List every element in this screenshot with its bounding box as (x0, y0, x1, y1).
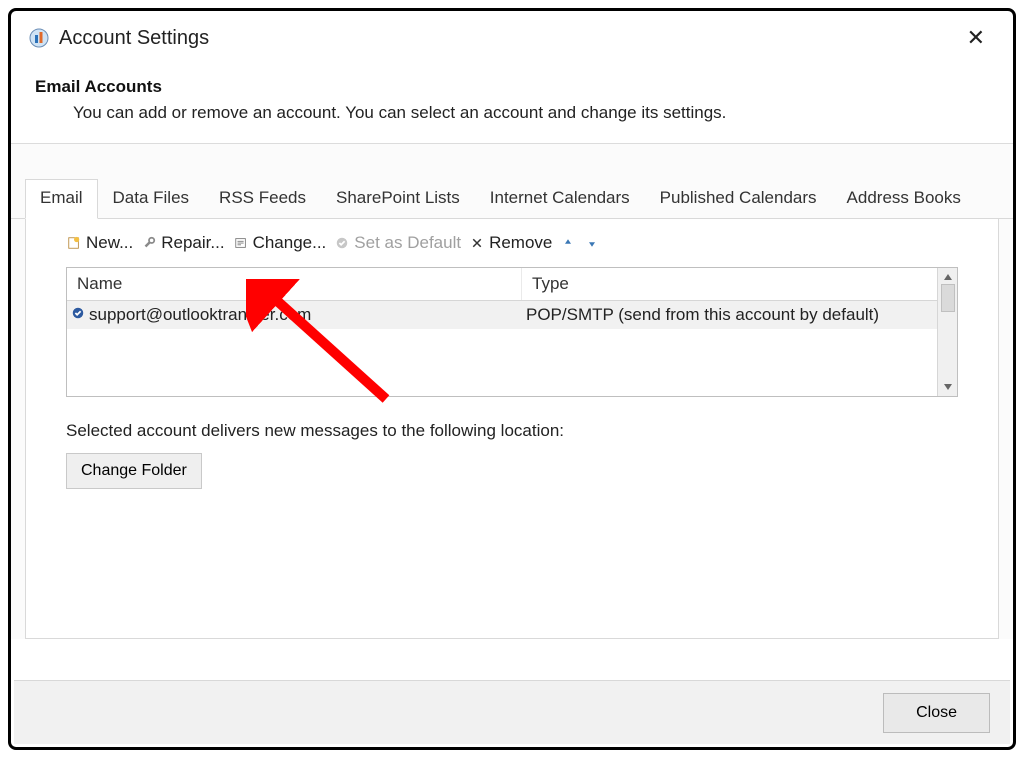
tab-rss-feeds[interactable]: RSS Feeds (204, 179, 321, 219)
app-icon (29, 28, 49, 48)
delivers-text: Selected account delivers new messages t… (26, 397, 998, 453)
title-bar: Account Settings ✕ (11, 11, 1013, 63)
repair-icon (141, 235, 157, 251)
scroll-down-icon[interactable] (941, 380, 955, 394)
tab-address-books[interactable]: Address Books (832, 179, 976, 219)
move-down-button[interactable] (584, 235, 600, 251)
arrow-up-icon (560, 235, 576, 251)
set-default-button: Set as Default (334, 233, 461, 253)
tab-sharepoint-lists[interactable]: SharePoint Lists (321, 179, 475, 219)
section-subheading: You can add or remove an account. You ca… (11, 103, 1013, 143)
set-default-label: Set as Default (354, 233, 461, 253)
row-type: POP/SMTP (send from this account by defa… (526, 305, 879, 325)
change-icon (233, 235, 249, 251)
default-check-icon (71, 305, 85, 325)
footer-bar: Close (14, 680, 1010, 744)
remove-icon (469, 235, 485, 251)
toolbar: New... Repair... Change... (26, 219, 998, 263)
accounts-list: Name Type support@outlooktransfer.com PO… (66, 267, 958, 397)
tab-data-files[interactable]: Data Files (98, 179, 205, 219)
new-button[interactable]: New... (66, 233, 133, 253)
list-row[interactable]: support@outlooktransfer.com POP/SMTP (se… (67, 301, 937, 329)
close-icon[interactable]: ✕ (957, 21, 995, 55)
tab-published-calendars[interactable]: Published Calendars (645, 179, 832, 219)
remove-label: Remove (489, 233, 552, 253)
change-button[interactable]: Change... (233, 233, 327, 253)
scroll-thumb[interactable] (941, 284, 955, 312)
tab-email[interactable]: Email (25, 179, 98, 219)
list-header: Name Type (67, 268, 937, 301)
scrollbar[interactable] (937, 268, 957, 396)
scroll-up-icon[interactable] (941, 270, 955, 284)
section-heading: Email Accounts (11, 63, 1013, 103)
change-folder-button[interactable]: Change Folder (66, 453, 202, 489)
repair-button[interactable]: Repair... (141, 233, 224, 253)
new-label: New... (86, 233, 133, 253)
repair-label: Repair... (161, 233, 224, 253)
row-name: support@outlooktransfer.com (89, 305, 311, 325)
window-title: Account Settings (59, 27, 209, 50)
tab-internet-calendars[interactable]: Internet Calendars (475, 179, 645, 219)
tab-panel: New... Repair... Change... (25, 219, 999, 639)
tab-bar: Email Data Files RSS Feeds SharePoint Li… (11, 144, 1013, 219)
change-label: Change... (253, 233, 327, 253)
column-type[interactable]: Type (522, 268, 937, 300)
move-up-button[interactable] (560, 235, 576, 251)
dialog-window: Account Settings ✕ Email Accounts You ca… (8, 8, 1016, 750)
column-name[interactable]: Name (67, 268, 522, 300)
remove-button[interactable]: Remove (469, 233, 552, 253)
arrow-down-icon (584, 235, 600, 251)
close-button[interactable]: Close (883, 693, 990, 733)
new-icon (66, 235, 82, 251)
check-circle-icon (334, 235, 350, 251)
